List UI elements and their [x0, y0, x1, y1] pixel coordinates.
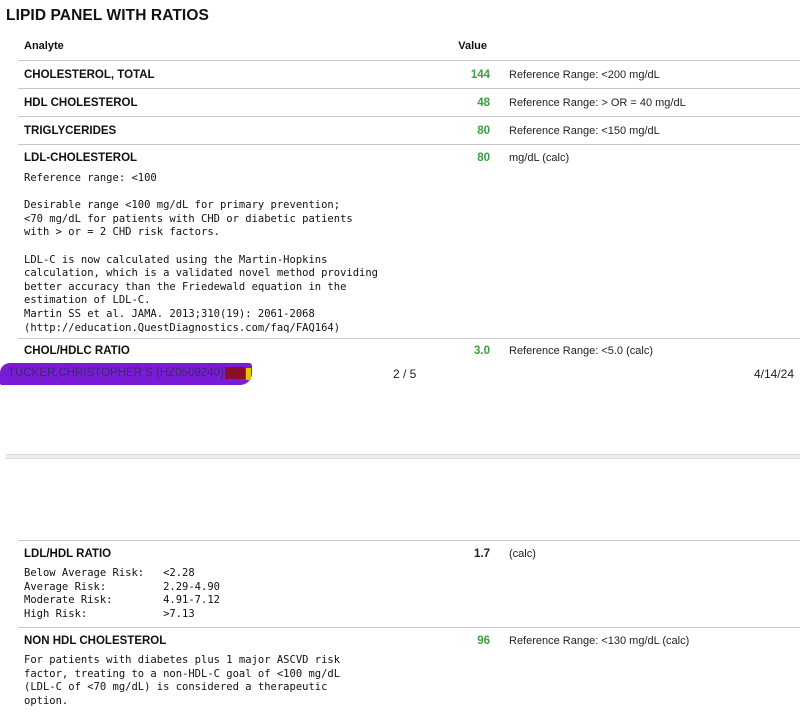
header-analyte: Analyte — [24, 40, 64, 52]
test-value: 3.0 — [474, 345, 490, 357]
test-name: HDL CHOLESTEROL — [24, 97, 138, 109]
table-row: LDL/HDL RATIO 1.7 (calc) Below Average R… — [18, 540, 800, 627]
test-name: LDL-CHOLESTEROL — [24, 152, 138, 164]
test-reference: Reference Range: <130 mg/dL (calc) — [509, 635, 690, 647]
table-row: HDL CHOLESTEROL 48 Reference Range: > OR… — [18, 88, 800, 116]
test-value: 144 — [470, 69, 490, 81]
test-value: 80 — [477, 152, 490, 164]
page-number: 2 / 5 — [393, 367, 417, 381]
lipid-panel-table-continued: LDL/HDL RATIO 1.7 (calc) Below Average R… — [18, 540, 800, 717]
test-name: CHOL/HDLC RATIO — [24, 345, 130, 357]
page-break — [6, 454, 800, 459]
test-name: CHOLESTEROL, TOTAL — [24, 69, 155, 81]
test-name: LDL/HDL RATIO — [24, 548, 112, 560]
test-reference: Reference Range: <150 mg/dL — [509, 125, 660, 137]
redaction-mark-edge — [246, 368, 251, 380]
report-title: LIPID PANEL WITH RATIOS — [6, 7, 209, 24]
table-header: Analyte Value — [18, 36, 800, 60]
test-value: 96 — [477, 635, 490, 647]
test-name: NON HDL CHOLESTEROL — [24, 635, 167, 647]
lipid-panel-table: Analyte Value CHOLESTEROL, TOTAL 144 Ref… — [18, 36, 800, 361]
test-note: Reference range: <100 Desirable range <1… — [24, 172, 379, 334]
table-row: TRIGLYCERIDES 80 Reference Range: <150 m… — [18, 116, 800, 144]
table-row: CHOLESTEROL, TOTAL 144 Reference Range: … — [18, 60, 800, 88]
test-reference: Reference Range: <200 mg/dL — [509, 69, 660, 81]
test-name: TRIGLYCERIDES — [24, 125, 117, 137]
table-row: LDL-CHOLESTEROL 80 mg/dL (calc) Referenc… — [18, 144, 800, 338]
test-note: For patients with diabetes plus 1 major … — [24, 654, 341, 707]
table-row: NON HDL CHOLESTEROL 96 Reference Range: … — [18, 627, 800, 717]
test-value: 80 — [477, 125, 490, 137]
test-reference: Reference Range: <5.0 (calc) — [509, 345, 653, 357]
test-reference: (calc) — [509, 548, 536, 560]
patient-name: TUCKER,CHRISTOPHER S (HZ0509240) — [8, 367, 224, 379]
test-reference: Reference Range: > OR = 40 mg/dL — [509, 97, 686, 109]
test-value: 48 — [477, 97, 490, 109]
test-note: Below Average Risk: <2.28 Average Risk: … — [24, 567, 220, 620]
report-date: 4/14/24 — [753, 367, 794, 381]
page-footer: TUCKER,CHRISTOPHER S (HZ0509240) 2 / 5 4… — [0, 363, 800, 385]
header-value: Value — [458, 40, 487, 52]
test-reference: mg/dL (calc) — [509, 152, 570, 164]
table-row: CHOL/HDLC RATIO 3.0 Reference Range: <5.… — [18, 338, 800, 364]
test-value: 1.7 — [474, 548, 490, 560]
